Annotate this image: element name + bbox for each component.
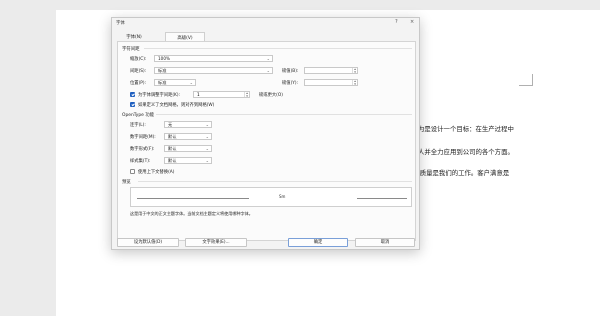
- preview-sample: Sm: [279, 194, 286, 199]
- chevron-down-icon: ⌄: [266, 68, 270, 73]
- stylesets-label: 样式集(T):: [130, 159, 151, 164]
- ok-button[interactable]: 确定: [288, 238, 348, 247]
- preview-note: 这是用于中文的正文主题字体。当前文档主题定义将使用哪种字体。: [130, 211, 253, 216]
- spinner-arrows-icon[interactable]: ▴ ▾: [352, 79, 357, 85]
- scale-value: 100%: [158, 56, 170, 61]
- position-label: 位置(P):: [130, 81, 146, 86]
- kerning-suffix: 磅或更大(O): [259, 93, 283, 98]
- position-select[interactable]: 标准 ⌄: [154, 79, 196, 86]
- preview-heading: 预览: [122, 180, 131, 185]
- kerning-label: 为字体调整字间距(K):: [138, 93, 180, 98]
- stylesets-value: 默认: [168, 158, 177, 163]
- spacing-select[interactable]: 标准 ⌄: [154, 67, 273, 74]
- margin-corner-mark: [519, 74, 533, 86]
- chevron-down-icon: ⌄: [205, 146, 209, 151]
- numspacing-label: 数字间距(M):: [130, 135, 156, 140]
- opentype-heading: OpenType 功能: [122, 113, 154, 118]
- scale-select[interactable]: 100% ⌄: [154, 55, 273, 62]
- grid-label: 如果定义了文档网格，则对齐到网格(W): [138, 103, 215, 108]
- font-dialog: 字体 ? × 字体(N) 高级(V) 字符间距 缩放(C): 100% ⌄ 间距…: [111, 17, 420, 250]
- help-button[interactable]: ?: [395, 19, 398, 25]
- text-effects-button[interactable]: 文字效果(E)...: [185, 238, 247, 247]
- close-button[interactable]: ×: [410, 19, 414, 25]
- kerning-spinner[interactable]: 1 ▴ ▾: [193, 91, 250, 98]
- document-text-line: 人并全力应用到公司的各个方面。: [418, 148, 514, 156]
- chevron-down-icon: ⌄: [205, 134, 209, 139]
- chevron-down-icon: ⌄: [205, 122, 209, 127]
- dialog-titlebar: 字体 ? ×: [112, 18, 419, 30]
- contextual-label: 使用上下文替换(A): [138, 170, 175, 175]
- position-by-spinner[interactable]: ▴ ▾: [304, 79, 358, 86]
- kerning-value: 1: [197, 92, 200, 97]
- numspacing-value: 默认: [168, 134, 177, 139]
- preview-baseline-left: [137, 198, 249, 199]
- advanced-panel: 字符间距 缩放(C): 100% ⌄ 间距(S): 标准 ⌄ 磅值(B): ▴ ▾…: [117, 41, 416, 241]
- grid-checkbox[interactable]: [130, 102, 135, 107]
- spacing-value: 标准: [158, 68, 167, 73]
- spinner-arrows-icon[interactable]: ▴ ▾: [244, 91, 249, 97]
- spacing-by-label: 磅值(B):: [282, 69, 299, 74]
- spacing-label: 间距(S):: [130, 69, 147, 74]
- dialog-title: 字体: [116, 21, 125, 26]
- set-default-button[interactable]: 设为默认值(D): [117, 238, 179, 247]
- scale-label: 缩放(C):: [130, 57, 147, 62]
- numspacing-select[interactable]: 默认 ⌄: [164, 133, 212, 140]
- spacing-by-spinner[interactable]: ▴ ▾: [304, 67, 358, 74]
- section-divider: [138, 181, 412, 182]
- cancel-button[interactable]: 取消: [355, 238, 415, 247]
- chevron-down-icon: ⌄: [266, 56, 270, 61]
- contextual-checkbox[interactable]: [130, 169, 135, 174]
- spinner-arrows-icon[interactable]: ▴ ▾: [352, 67, 357, 73]
- section-divider: [156, 114, 412, 115]
- chevron-down-icon: ⌄: [205, 158, 209, 163]
- stylesets-select[interactable]: 默认 ⌄: [164, 157, 212, 164]
- position-by-label: 磅值(Y):: [282, 81, 299, 86]
- kerning-checkbox[interactable]: [130, 92, 135, 97]
- spacing-heading: 字符间距: [122, 47, 140, 52]
- numforms-label: 数字形式(F):: [130, 147, 155, 152]
- ligatures-label: 连字(L):: [130, 123, 146, 128]
- ligatures-value: 无: [168, 122, 173, 127]
- numforms-select[interactable]: 默认 ⌄: [164, 145, 212, 152]
- ligatures-select[interactable]: 无 ⌄: [164, 121, 212, 128]
- document-text-line: '质量是我们的工作。客户满意是: [418, 169, 510, 177]
- preview-baseline-right: [357, 198, 407, 199]
- position-value: 标准: [158, 80, 167, 85]
- section-divider: [144, 48, 412, 49]
- numforms-value: 默认: [168, 146, 177, 151]
- document-text-line: 为是设计一个目标：在生产过程中: [418, 125, 514, 133]
- chevron-down-icon: ⌄: [189, 80, 193, 85]
- preview-box: Sm: [130, 187, 412, 207]
